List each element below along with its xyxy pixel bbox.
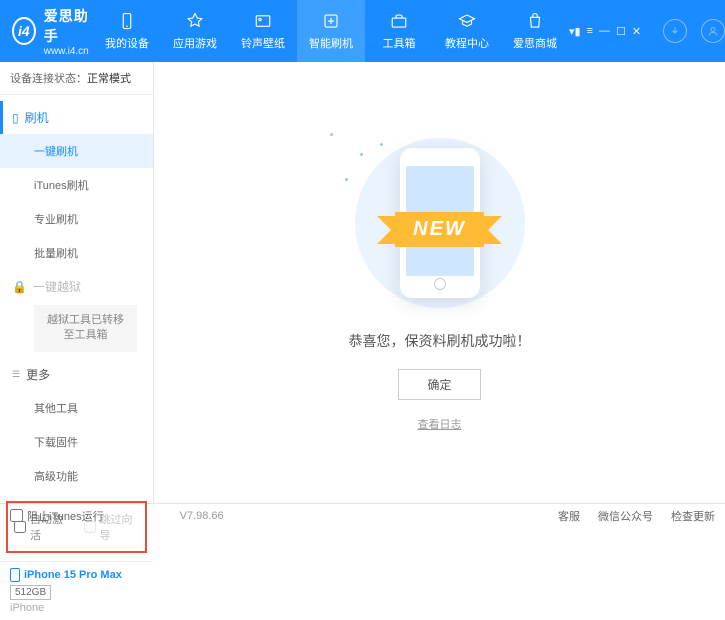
device-icon <box>10 568 20 582</box>
toolbox-icon <box>389 11 409 31</box>
tutorial-icon <box>457 11 477 31</box>
result-message: 恭喜您，保资料刷机成功啦！ <box>349 331 531 351</box>
app-logo: i4 爱思助手 www.i4.cn <box>12 6 93 57</box>
sidebar-item-download-fw[interactable]: 下载固件 <box>0 425 153 459</box>
nav-label: 我的设备 <box>105 35 149 51</box>
sidebar-item-advanced[interactable]: 高级功能 <box>0 459 153 493</box>
nav-toolbox[interactable]: 工具箱 <box>365 0 433 62</box>
sidebar-item-other-tools[interactable]: 其他工具 <box>0 391 153 425</box>
nav-label: 应用游戏 <box>173 35 217 51</box>
settings-icon[interactable]: ≡ <box>587 25 593 38</box>
app-name: 爱思助手 <box>44 6 93 46</box>
sidebar: 设备连接状态：正常模式 ▯ 刷机 一键刷机 iTunes刷机 专业刷机 批量刷机… <box>0 62 154 503</box>
jailbreak-note: 越狱工具已转移至工具箱 <box>34 305 137 352</box>
ok-button[interactable]: 确定 <box>398 369 480 400</box>
titlebar: i4 爱思助手 www.i4.cn 我的设备 应用游戏 铃声壁纸 智能刷机 工具… <box>0 0 725 62</box>
sidebar-header-flash[interactable]: ▯ 刷机 <box>0 101 153 134</box>
nav-label: 铃声壁纸 <box>241 35 285 51</box>
flash-icon <box>321 11 341 31</box>
lock-icon: 🔒 <box>12 280 27 294</box>
sidebar-header-more[interactable]: ☰ 更多 <box>0 358 153 391</box>
app-url: www.i4.cn <box>44 46 93 57</box>
window-controls: ▾▮ ≡ — ☐ ✕ <box>569 19 725 43</box>
image-icon <box>253 11 273 31</box>
new-ribbon: NEW <box>395 212 484 247</box>
view-log-link[interactable]: 查看日志 <box>418 416 462 432</box>
sidebar-item-itunes-flash[interactable]: iTunes刷机 <box>0 168 153 202</box>
logo-icon: i4 <box>12 17 36 45</box>
nav-flash[interactable]: 智能刷机 <box>297 0 365 62</box>
version-label: V7.98.66 <box>180 510 224 522</box>
footer-link-wechat[interactable]: 微信公众号 <box>598 508 653 524</box>
device-storage: 512GB <box>10 585 51 600</box>
menu-icon[interactable]: ▾▮ <box>569 25 581 38</box>
nav-store[interactable]: 爱思商城 <box>501 0 569 62</box>
sidebar-item-onekey-flash[interactable]: 一键刷机 <box>0 134 153 168</box>
main-content: NEW 恭喜您，保资料刷机成功啦！ 确定 查看日志 <box>154 62 725 503</box>
device-type: iPhone <box>10 602 143 614</box>
store-icon <box>525 11 545 31</box>
top-nav: 我的设备 应用游戏 铃声壁纸 智能刷机 工具箱 教程中心 爱思商城 <box>93 0 569 62</box>
device-name[interactable]: iPhone 15 Pro Max <box>10 568 143 582</box>
device-info: iPhone 15 Pro Max 512GB iPhone <box>0 561 153 620</box>
sidebar-item-pro-flash[interactable]: 专业刷机 <box>0 202 153 236</box>
maximize-icon[interactable]: ☐ <box>616 25 626 38</box>
nav-label: 智能刷机 <box>309 35 353 51</box>
nav-my-device[interactable]: 我的设备 <box>93 0 161 62</box>
user-button[interactable] <box>701 19 725 43</box>
nav-apps[interactable]: 应用游戏 <box>161 0 229 62</box>
chevron-icon: ☰ <box>12 369 20 380</box>
nav-label: 工具箱 <box>383 35 416 51</box>
sidebar-item-batch-flash[interactable]: 批量刷机 <box>0 236 153 270</box>
nav-tutorials[interactable]: 教程中心 <box>433 0 501 62</box>
nav-label: 教程中心 <box>445 35 489 51</box>
footer-link-update[interactable]: 检查更新 <box>671 508 715 524</box>
download-button[interactable] <box>663 19 687 43</box>
connection-status: 设备连接状态：正常模式 <box>0 62 153 95</box>
nav-label: 爱思商城 <box>513 35 557 51</box>
sidebar-header-jailbreak: 🔒 一键越狱 <box>0 270 153 303</box>
minimize-icon[interactable]: — <box>599 25 610 38</box>
success-illustration: NEW <box>340 133 540 313</box>
close-icon[interactable]: ✕ <box>632 25 641 38</box>
phone-icon: ▯ <box>12 111 19 125</box>
nav-ringtones[interactable]: 铃声壁纸 <box>229 0 297 62</box>
phone-icon <box>117 11 137 31</box>
apps-icon <box>185 11 205 31</box>
footer-link-support[interactable]: 客服 <box>558 508 580 524</box>
